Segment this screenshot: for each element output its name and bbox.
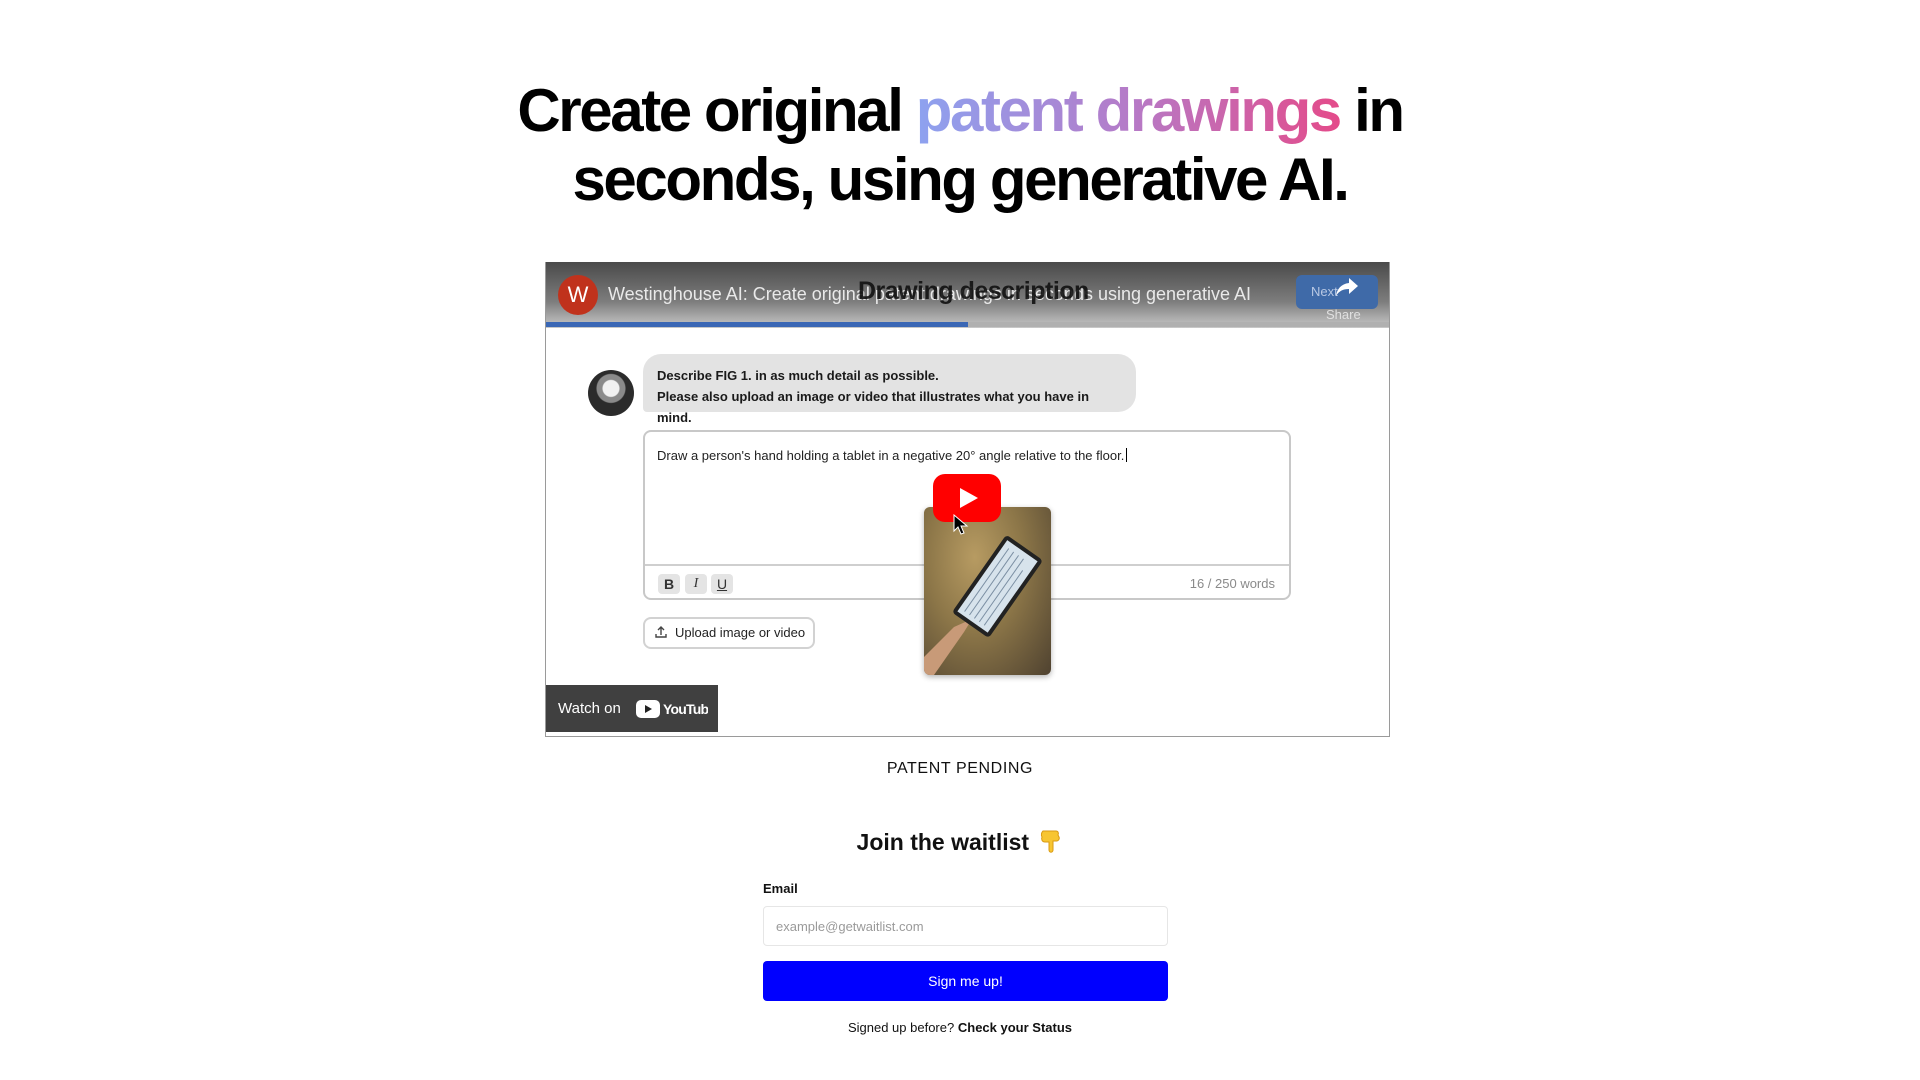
youtube-brand-text: YouTube (663, 701, 708, 717)
video-progress-track[interactable] (546, 322, 1389, 327)
signed-up-text: Signed up before? (847, 1020, 955, 1035)
bold-button: B (658, 574, 680, 594)
upload-icon (655, 626, 667, 638)
youtube-video-embed[interactable]: W Westinghouse AI: Create original paten… (545, 262, 1390, 737)
underline-button: U (711, 574, 733, 594)
assistant-message-bubble: Describe FIG 1. in as much detail as pos… (643, 354, 1136, 425)
share-icon[interactable] (1334, 276, 1360, 298)
upload-label: Upload image or video (675, 625, 806, 640)
video-overlay-heading: Drawing description (858, 277, 1089, 305)
youtube-logo-icon: YouTube (636, 700, 708, 718)
upload-image-or-video-button: Upload image or video (643, 617, 815, 649)
assistant-message-line-1: Describe FIG 1. in as much detail as pos… (657, 368, 939, 383)
italic-button: I (685, 574, 707, 594)
editor-text: Draw a person's hand holding a tablet in… (657, 448, 1128, 463)
hero-headline: Create original patent drawings in secon… (0, 76, 1920, 214)
patent-pending-label: PATENT PENDING (886, 760, 1034, 777)
email-input[interactable] (763, 906, 1168, 946)
signed-up-before-line: Signed up before? Check your Status (0, 1020, 1920, 1035)
text-caret (1126, 448, 1128, 462)
mouse-cursor-icon (953, 514, 969, 535)
headline-highlight: patent drawings (915, 77, 1342, 144)
assistant-message-line-2: Please also upload an image or video tha… (657, 389, 1090, 425)
headline-text-end: in (1339, 77, 1405, 144)
headline-line-two: seconds, using generative AI. (572, 146, 1349, 213)
video-progress-fill (546, 322, 968, 327)
editor-text-value: Draw a person's hand holding a tablet in… (657, 448, 1125, 463)
hand-holding-tablet-image (924, 536, 1042, 675)
waitlist-heading: Join the waitlist (0, 828, 1920, 856)
watch-on-youtube-button[interactable]: Watch on YouTube (546, 685, 718, 732)
share-label[interactable]: Share (1326, 307, 1361, 322)
waitlist-title: Join the waitlist (856, 829, 1030, 855)
headline-text-start: Create original (517, 77, 916, 144)
assistant-avatar (588, 370, 634, 416)
tablet-photo-thumbnail (924, 507, 1051, 675)
check-status-link[interactable]: Check your Status (958, 1020, 1072, 1035)
word-count: 16 / 250 words (1189, 576, 1275, 591)
channel-avatar[interactable]: W (558, 275, 598, 315)
sign-me-up-button[interactable]: Sign me up! (763, 961, 1168, 1001)
watch-on-label: Watch on (558, 700, 621, 717)
email-label: Email (763, 881, 798, 896)
pointing-down-hand-icon (1041, 830, 1061, 853)
